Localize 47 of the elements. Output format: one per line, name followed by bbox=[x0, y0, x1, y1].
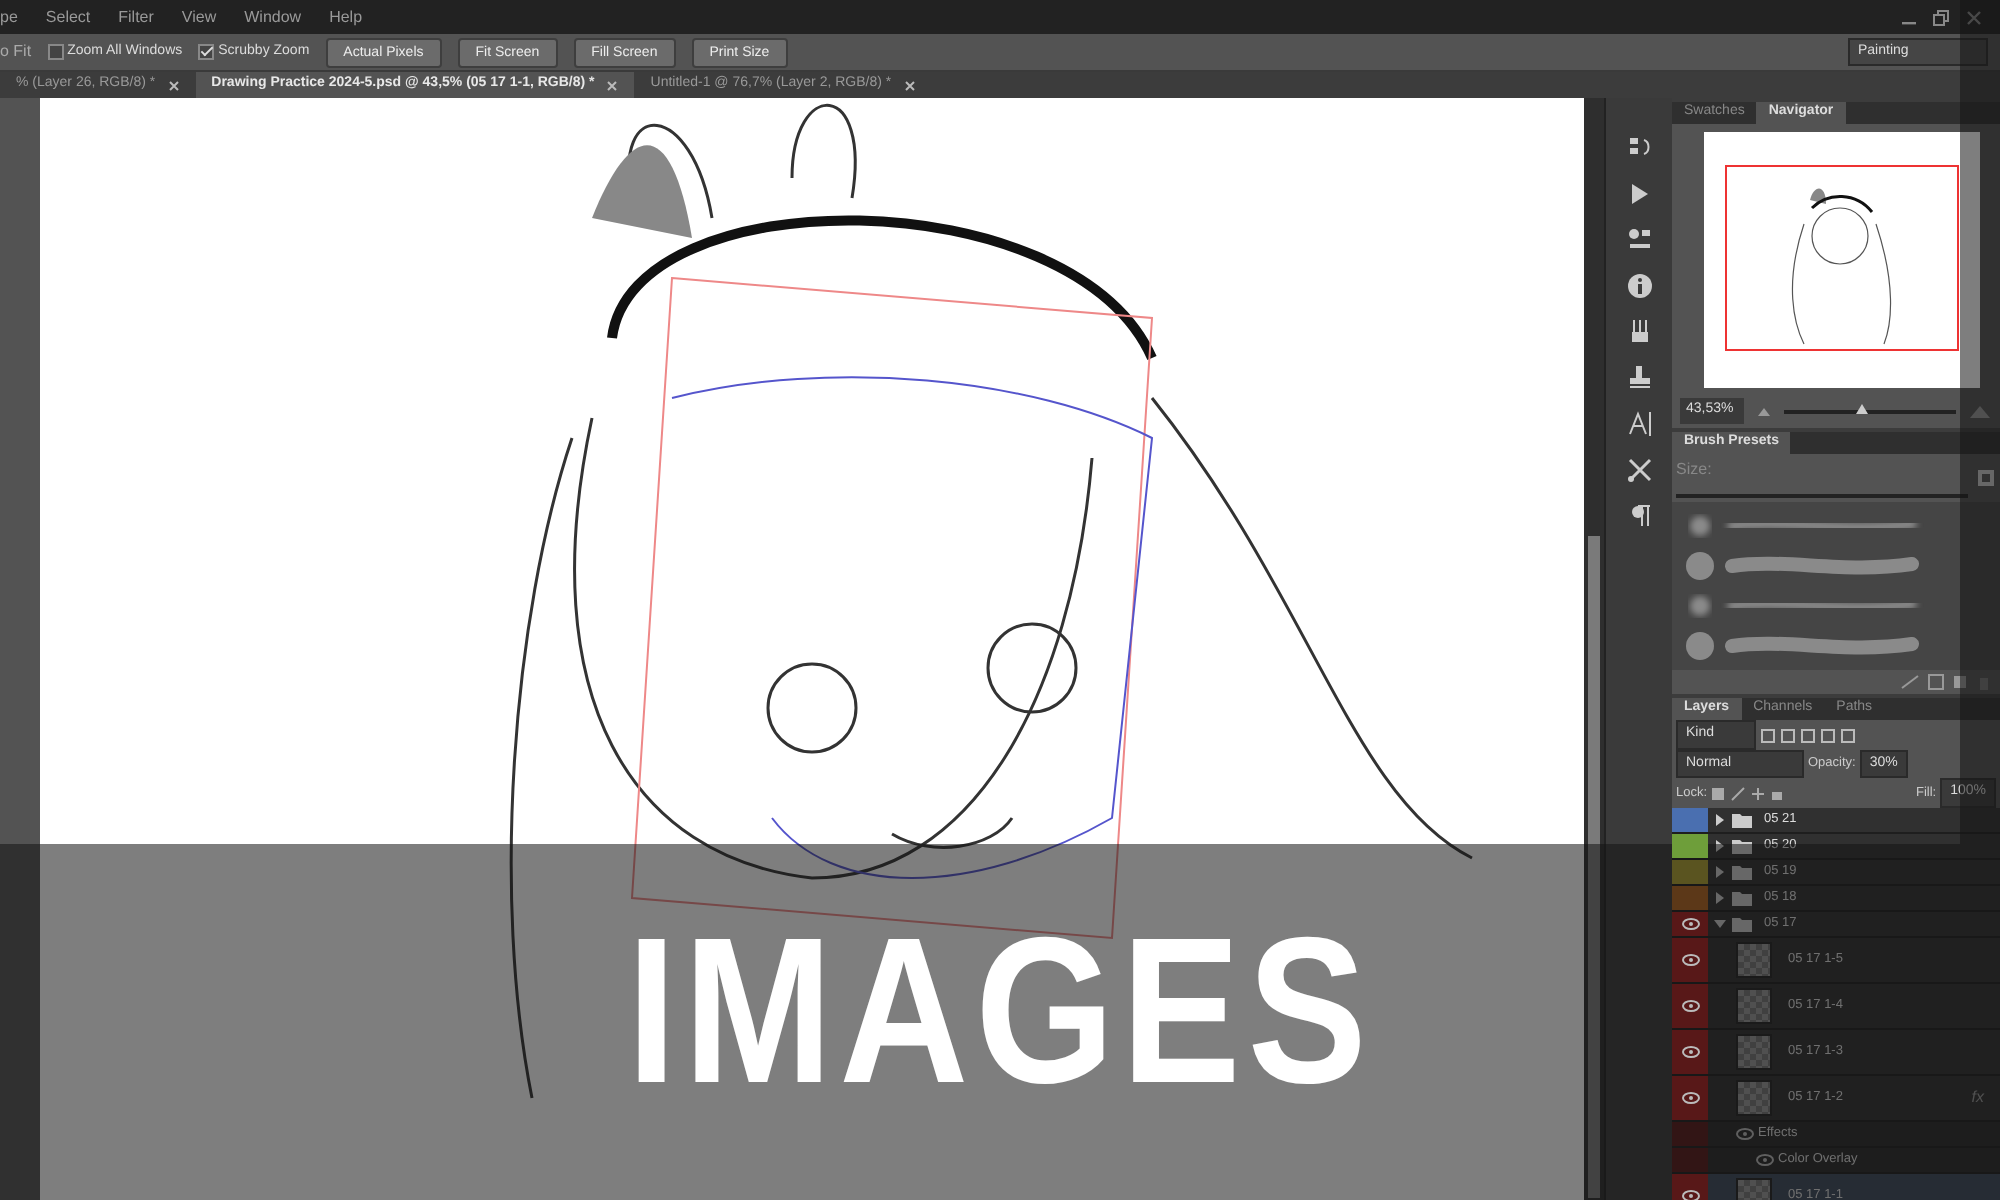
visibility-icon[interactable] bbox=[1681, 999, 1699, 1012]
visibility-icon[interactable] bbox=[1681, 917, 1699, 930]
scissors-icon[interactable] bbox=[1625, 456, 1653, 484]
visibility-icon[interactable] bbox=[1681, 1091, 1699, 1104]
adjustments-icon[interactable] bbox=[1625, 226, 1653, 254]
character-icon[interactable] bbox=[1625, 410, 1653, 438]
brush-panel-icon[interactable] bbox=[1976, 468, 1996, 489]
lock-options-icon[interactable] bbox=[1711, 785, 1784, 801]
layer-thumbnail bbox=[1736, 1033, 1772, 1070]
close-icon[interactable] bbox=[167, 79, 180, 91]
new-icon[interactable] bbox=[1952, 674, 1968, 691]
layer-thumbnail bbox=[1736, 941, 1772, 978]
menu-item[interactable]: Help bbox=[329, 5, 363, 29]
adjust-filter-icon[interactable] bbox=[1780, 727, 1796, 743]
checkbox[interactable] bbox=[47, 44, 64, 60]
type-filter-icon[interactable] bbox=[1800, 727, 1816, 743]
layer-thumbnail bbox=[1736, 1079, 1772, 1116]
disclosure-icon[interactable] bbox=[1714, 839, 1726, 852]
visibility-icon[interactable] bbox=[1681, 953, 1699, 966]
close-icon[interactable] bbox=[903, 79, 916, 91]
menu-item[interactable]: Filter bbox=[118, 5, 154, 29]
brush-preset[interactable] bbox=[1684, 550, 1924, 583]
visibility-icon[interactable] bbox=[1681, 1189, 1699, 1200]
shape-filter-icon[interactable] bbox=[1820, 727, 1836, 743]
zoom-out-icon[interactable] bbox=[1756, 405, 1772, 418]
zoom-fit-label: o Fit bbox=[0, 40, 32, 64]
overlay-title: IMAGES bbox=[626, 908, 1374, 1116]
layer-thumbnail bbox=[1736, 987, 1772, 1024]
brush-preset[interactable] bbox=[1684, 630, 1924, 663]
menu-item[interactable]: Select bbox=[45, 5, 91, 29]
disclosure-icon[interactable] bbox=[1714, 813, 1726, 826]
smart-filter-icon[interactable] bbox=[1840, 727, 1856, 743]
zoom-slider[interactable] bbox=[1784, 409, 1956, 414]
close-icon[interactable] bbox=[606, 79, 619, 91]
scrollbar[interactable] bbox=[1584, 98, 1604, 1200]
menu-item[interactable]: View bbox=[181, 5, 217, 29]
visibility-icon[interactable] bbox=[1681, 1045, 1699, 1058]
stamp-icon[interactable] bbox=[1625, 364, 1653, 392]
menu-item[interactable]: Window bbox=[244, 5, 302, 29]
panel-icon[interactable] bbox=[1928, 674, 1944, 691]
slider-thumb[interactable] bbox=[1855, 403, 1868, 414]
checkbox[interactable] bbox=[198, 44, 215, 60]
image-filter-icon[interactable] bbox=[1760, 727, 1776, 743]
brush-tool-icon[interactable] bbox=[1900, 674, 1920, 691]
menu-item[interactable]: pe bbox=[0, 5, 18, 29]
restore-icon[interactable] bbox=[1932, 9, 1952, 25]
info-icon[interactable] bbox=[1625, 272, 1653, 300]
